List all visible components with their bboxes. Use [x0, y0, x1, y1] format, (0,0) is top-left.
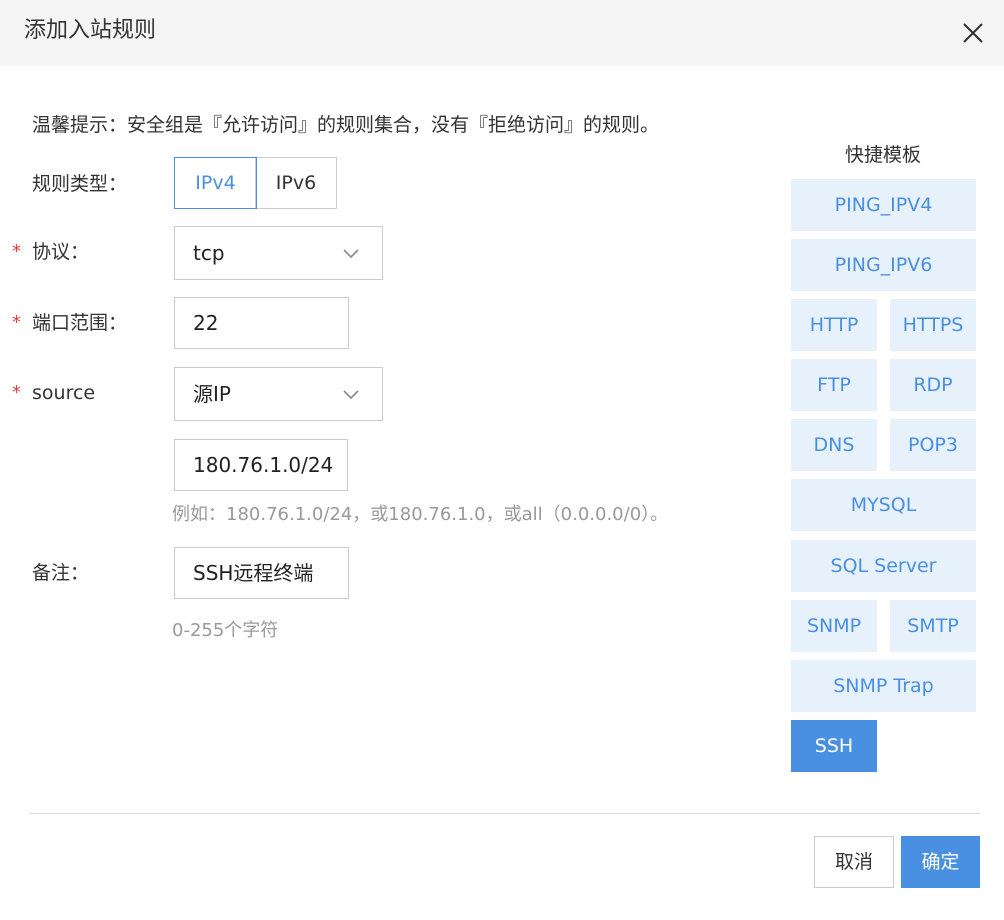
template-dns[interactable]: DNS: [791, 419, 877, 471]
required-mark: *: [12, 312, 21, 333]
templates-title: 快捷模板: [844, 144, 921, 166]
footer-divider: [30, 813, 980, 814]
confirm-button[interactable]: 确定: [901, 836, 980, 888]
source-hint: 例如：180.76.1.0/24，或180.76.1.0，或all（0.0.0.…: [172, 504, 669, 525]
close-button[interactable]: [958, 18, 988, 48]
template-pop3[interactable]: POP3: [890, 419, 976, 471]
required-mark: *: [12, 382, 21, 403]
protocol-value: tcp: [193, 241, 225, 265]
source-cidr-input[interactable]: 180.76.1.0/24: [174, 439, 348, 491]
required-mark: *: [12, 241, 21, 262]
ipv4-option[interactable]: IPv4: [174, 157, 257, 209]
protocol-select[interactable]: tcp: [174, 226, 383, 280]
note-value: SSH远程终端: [193, 561, 314, 585]
template-smtp[interactable]: SMTP: [890, 600, 976, 652]
note-label: 备注：: [32, 562, 90, 584]
source-type-select[interactable]: 源IP: [174, 367, 383, 421]
template-snmp[interactable]: SNMP: [791, 600, 877, 652]
port-input[interactable]: 22: [174, 297, 349, 349]
close-icon: [963, 23, 983, 43]
template-ping-ipv6[interactable]: PING_IPV6: [791, 239, 976, 291]
dialog-header: 添加入站规则: [0, 0, 1004, 66]
chevron-down-icon: [343, 249, 359, 259]
port-value: 22: [193, 311, 219, 335]
ipv6-option[interactable]: IPv6: [255, 157, 337, 209]
protocol-label: 协议：: [32, 241, 90, 263]
cancel-button[interactable]: 取消: [814, 836, 894, 888]
source-type-value: 源IP: [193, 382, 231, 406]
dialog-title: 添加入站规则: [24, 18, 157, 43]
note-input[interactable]: SSH远程终端: [174, 547, 349, 599]
template-ping-ipv4[interactable]: PING_IPV4: [791, 179, 976, 231]
template-ftp[interactable]: FTP: [791, 359, 877, 411]
rule-type-label: 规则类型：: [32, 173, 128, 195]
template-https[interactable]: HTTPS: [890, 299, 976, 351]
note-hint: 0-255个字符: [172, 620, 279, 641]
chevron-down-icon: [343, 390, 359, 400]
source-label: source: [32, 382, 96, 404]
source-cidr-value: 180.76.1.0/24: [193, 453, 334, 477]
tip-text: 温馨提示：安全组是『允许访问』的规则集合，没有『拒绝访问』的规则。: [32, 114, 660, 136]
template-ssh[interactable]: SSH: [791, 720, 877, 772]
port-label: 端口范围：: [32, 312, 128, 334]
template-rdp[interactable]: RDP: [890, 359, 976, 411]
template-sql-server[interactable]: SQL Server: [791, 540, 976, 592]
template-http[interactable]: HTTP: [791, 299, 877, 351]
template-snmp-trap[interactable]: SNMP Trap: [791, 660, 976, 712]
template-mysql[interactable]: MYSQL: [791, 479, 976, 531]
